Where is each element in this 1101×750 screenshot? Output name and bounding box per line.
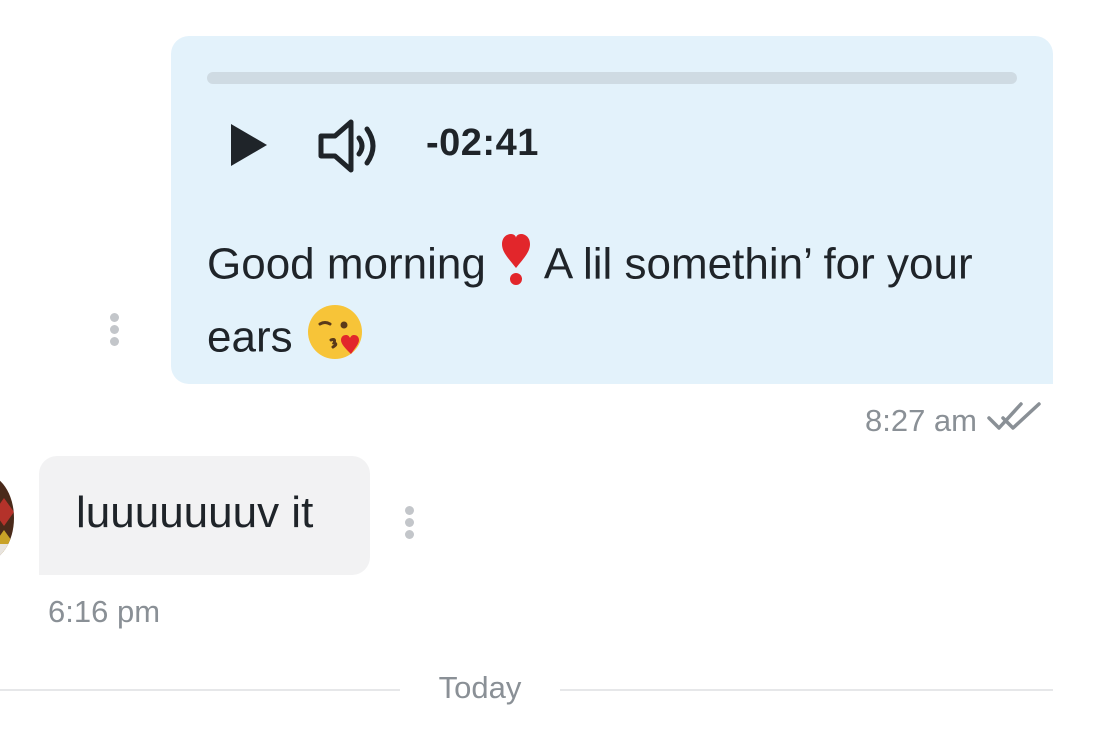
audio-progress-bar[interactable]	[207, 72, 1017, 84]
message-timestamp: 6:16 pm	[48, 594, 161, 629]
date-divider-label: Today	[438, 670, 522, 705]
message-options-button[interactable]	[399, 506, 419, 546]
avatar[interactable]	[0, 474, 14, 562]
dot	[404, 530, 414, 539]
double-check-icon	[987, 400, 1043, 442]
heavy-exclamation-heart-icon	[498, 232, 534, 302]
face-blowing-kiss-icon	[305, 302, 365, 378]
message-timestamp: 8:27 am	[864, 403, 977, 438]
message-options-button[interactable]	[104, 313, 124, 353]
outgoing-message-meta: 8:27 am	[865, 400, 1043, 442]
message-text-part: Good morning	[207, 239, 486, 289]
play-button[interactable]	[221, 118, 275, 172]
outgoing-message-bubble[interactable]: -02:41 Good morning A lil somethin’ for …	[171, 36, 1053, 384]
audio-time-remaining: -02:41	[426, 122, 539, 164]
incoming-message-bubble[interactable]: luuuuuuuv it	[39, 456, 370, 575]
divider-line	[560, 689, 1053, 691]
outgoing-message-text: Good morning A lil somethin’ for your ea…	[207, 232, 1007, 378]
dot	[109, 313, 119, 322]
incoming-message-text: luuuuuuuv it	[76, 488, 314, 537]
volume-icon	[318, 119, 376, 173]
dot	[109, 325, 119, 334]
divider-line	[0, 689, 400, 691]
chat-thread: -02:41 Good morning A lil somethin’ for …	[0, 0, 1101, 750]
dot	[404, 518, 414, 527]
volume-button[interactable]	[315, 116, 385, 176]
dot	[404, 506, 414, 515]
dot	[109, 337, 119, 346]
play-icon	[231, 124, 267, 166]
